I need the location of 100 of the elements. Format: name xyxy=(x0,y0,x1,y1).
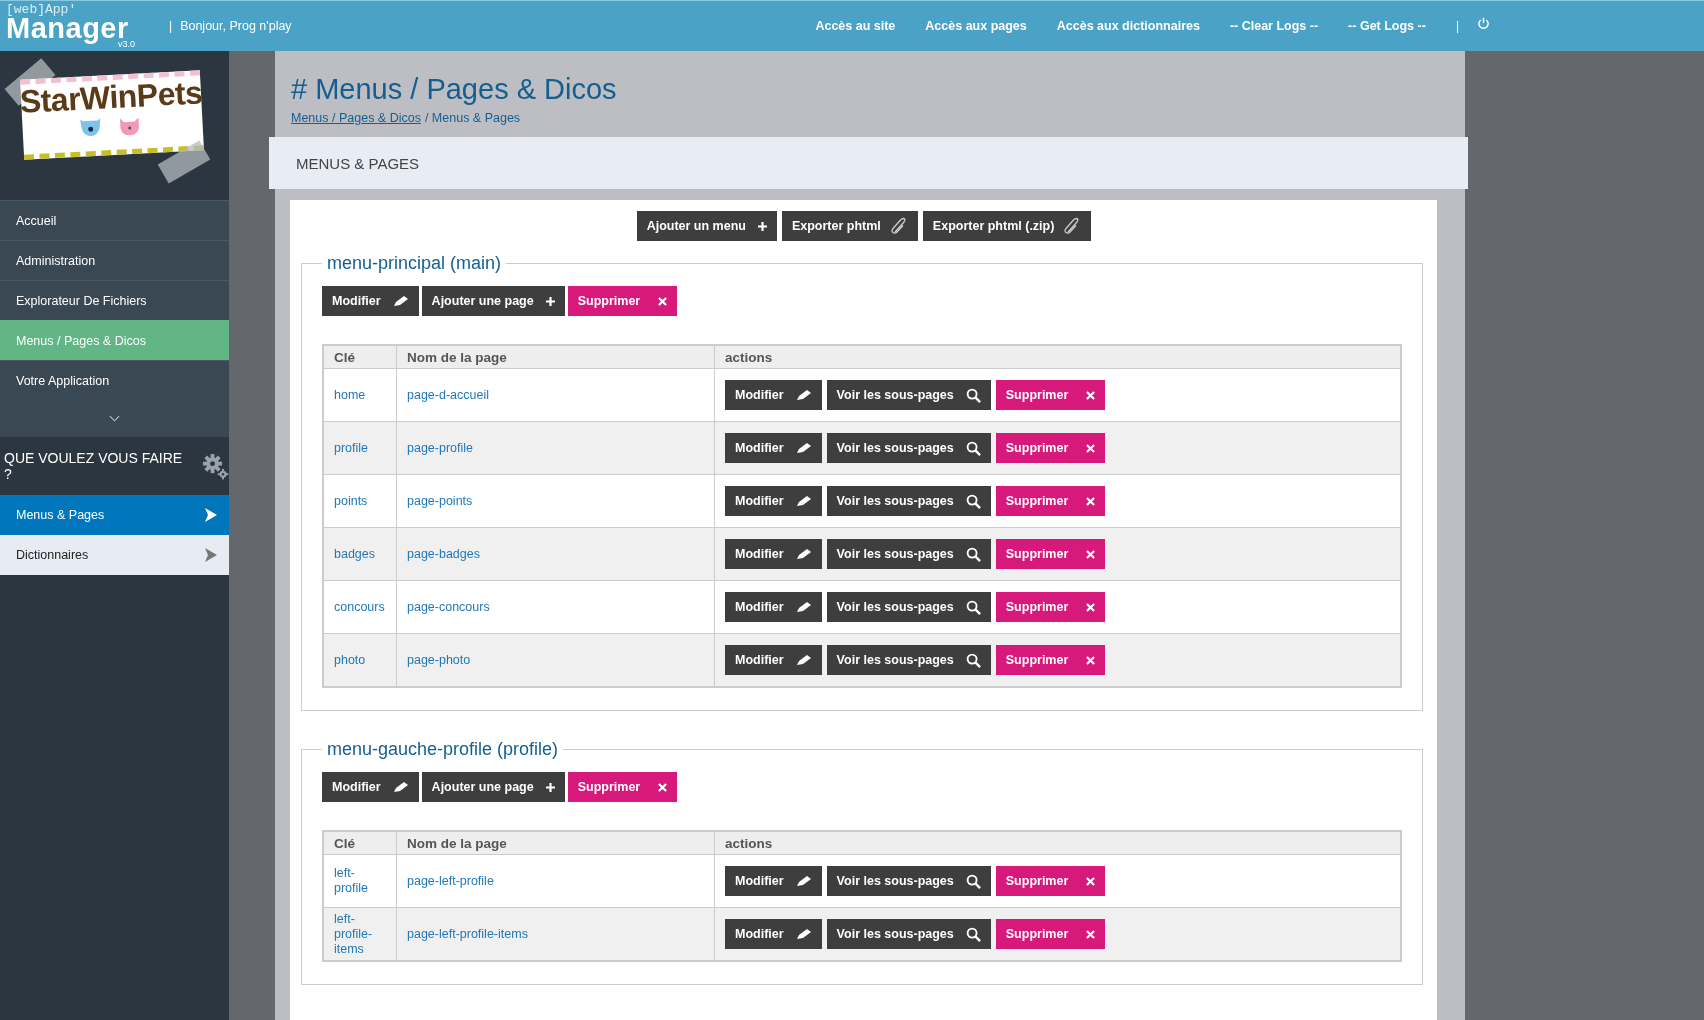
sidebar-item[interactable]: Administration xyxy=(0,240,229,280)
breadcrumb-current: / Menus & Pages xyxy=(424,111,521,125)
pencil-icon xyxy=(795,928,812,940)
search-icon xyxy=(965,873,981,889)
separator: | xyxy=(1455,19,1459,33)
close-icon xyxy=(1086,876,1096,886)
close-icon xyxy=(1086,929,1096,939)
key-cell: photo xyxy=(323,633,397,687)
arrow-right-icon xyxy=(205,548,217,562)
row-action-button[interactable]: Voir les sous-pages xyxy=(826,592,991,622)
chevron-down-icon[interactable] xyxy=(109,415,120,422)
row-action-button[interactable]: Supprimer xyxy=(995,592,1106,622)
menu-action-button[interactable]: Ajouter une page xyxy=(421,286,565,316)
row-action-button[interactable]: Modifier xyxy=(725,380,822,410)
page-name-cell: page-left-profile-items xyxy=(396,907,715,961)
key-cell: concours xyxy=(323,580,397,634)
toolbar-button[interactable]: Ajouter un menu xyxy=(636,211,777,241)
row-action-button[interactable]: Supprimer xyxy=(995,433,1106,463)
key-cell: badges xyxy=(323,527,397,581)
page-name-cell: page-left-profile xyxy=(396,854,715,908)
row-action-button[interactable]: Voir les sous-pages xyxy=(826,645,991,675)
search-icon xyxy=(965,387,981,403)
close-icon xyxy=(658,296,668,306)
row-action-button[interactable]: Voir les sous-pages xyxy=(826,866,991,896)
page-name-cell: page-concours xyxy=(396,580,715,634)
pencil-icon xyxy=(795,601,812,613)
row-action-button[interactable]: Supprimer xyxy=(995,486,1106,516)
row-action-button[interactable]: Modifier xyxy=(725,539,822,569)
row-action-button[interactable]: Voir les sous-pages xyxy=(826,380,991,410)
menu-action-button[interactable]: Supprimer xyxy=(567,286,678,316)
pencil-icon xyxy=(795,548,812,560)
page-name-cell: page-points xyxy=(396,474,715,528)
breadcrumb-link[interactable]: Menus / Pages & Dicos xyxy=(291,111,421,125)
row-action-button[interactable]: Voir les sous-pages xyxy=(826,919,991,949)
column-header: Clé xyxy=(323,345,397,369)
close-icon xyxy=(1086,443,1096,453)
menu-action-button[interactable]: Supprimer xyxy=(567,772,678,802)
menu-action-button[interactable]: Modifier xyxy=(322,286,419,316)
close-icon xyxy=(658,782,668,792)
section-heading: MENUS & PAGES xyxy=(296,154,420,172)
row-action-button[interactable]: Supprimer xyxy=(995,380,1106,410)
key-cell: profile xyxy=(323,421,397,475)
toolbar-button[interactable]: Exporter phtml (.zip) xyxy=(922,211,1092,241)
close-icon xyxy=(1086,496,1096,506)
pencil-icon xyxy=(795,875,812,887)
row-action-button[interactable]: Modifier xyxy=(725,433,822,463)
section-title: QUE VOULEZ VOUS FAIRE ? xyxy=(4,450,184,482)
row-action-button[interactable]: Supprimer xyxy=(995,539,1106,569)
row-action-button[interactable]: Supprimer xyxy=(995,919,1106,949)
power-icon[interactable] xyxy=(1477,16,1490,30)
search-icon xyxy=(965,440,981,456)
menu-action-button[interactable]: Modifier xyxy=(322,772,419,802)
search-icon xyxy=(965,599,981,615)
row-action-button[interactable]: Voir les sous-pages xyxy=(826,486,991,516)
column-header: actions xyxy=(714,345,1401,369)
search-icon xyxy=(965,546,981,562)
paperclip-icon xyxy=(889,217,908,235)
pencil-icon xyxy=(795,654,812,666)
key-cell: home xyxy=(323,368,397,422)
key-cell: left-profile xyxy=(323,854,397,908)
column-header: Nom de la page xyxy=(396,345,715,369)
pencil-icon xyxy=(392,295,409,307)
row-action-button[interactable]: Supprimer xyxy=(995,866,1106,896)
plus-icon xyxy=(545,782,555,792)
row-action-button[interactable]: Voir les sous-pages xyxy=(826,433,991,463)
sidebar-item[interactable]: Explorateur De Fichiers xyxy=(0,280,229,320)
separator: | xyxy=(169,19,173,33)
row-action-button[interactable]: Modifier xyxy=(725,592,822,622)
search-icon xyxy=(965,493,981,509)
plus-icon xyxy=(757,221,767,231)
sidebar-item[interactable]: Votre Application xyxy=(0,360,229,400)
close-icon xyxy=(1086,602,1096,612)
row-action-button[interactable]: Modifier xyxy=(725,645,822,675)
menu-action-button[interactable]: Ajouter une page xyxy=(421,772,565,802)
arrow-right-icon xyxy=(205,508,217,522)
row-action-button[interactable]: Modifier xyxy=(725,919,822,949)
column-header: Nom de la page xyxy=(396,831,715,855)
close-icon xyxy=(1086,655,1096,665)
pencil-icon xyxy=(795,495,812,507)
sidebar-item[interactable]: Accueil xyxy=(0,200,229,240)
sidebar-action[interactable]: Dictionnaires xyxy=(0,535,229,575)
row-action-button[interactable]: Modifier xyxy=(725,486,822,516)
pencil-icon xyxy=(795,442,812,454)
page-name-cell: page-photo xyxy=(396,633,715,687)
key-cell: points xyxy=(323,474,397,528)
key-cell: left-profile-items xyxy=(323,907,397,961)
page-name-cell: page-profile xyxy=(396,421,715,475)
menu-title: menu-principal (main) xyxy=(326,253,503,274)
row-action-button[interactable]: Modifier xyxy=(725,866,822,896)
site-logo-text: StarWinPets xyxy=(18,75,204,120)
row-action-button[interactable]: Voir les sous-pages xyxy=(826,539,991,569)
sidebar-action[interactable]: Menus & Pages xyxy=(0,495,229,535)
plus-icon xyxy=(545,296,555,306)
toolbar-button[interactable]: Exporter phtml xyxy=(781,211,918,241)
search-icon xyxy=(965,926,981,942)
page-name-cell: page-d-accueil xyxy=(396,368,715,422)
pencil-icon xyxy=(795,389,812,401)
row-action-button[interactable]: Supprimer xyxy=(995,645,1106,675)
greeting: Bonjour, Prog n'play xyxy=(180,19,292,33)
search-icon xyxy=(965,652,981,668)
